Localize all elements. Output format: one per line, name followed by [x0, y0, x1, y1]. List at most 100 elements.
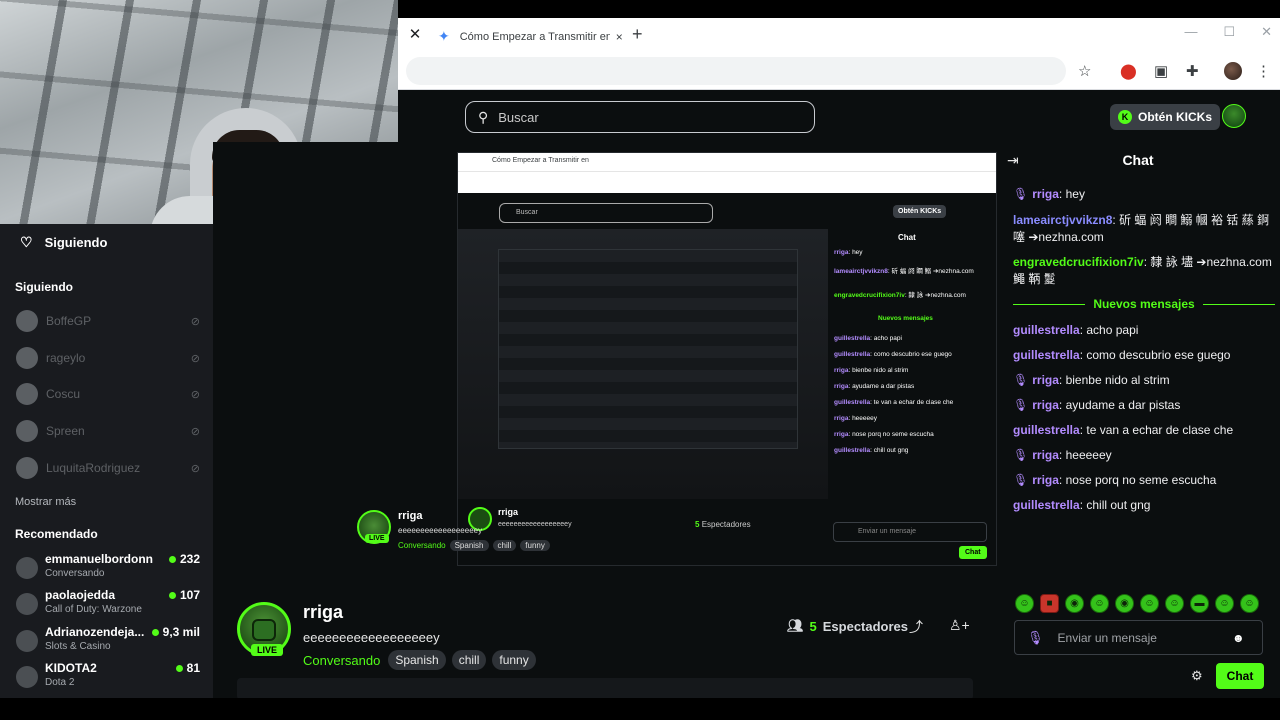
extension-shield-icon[interactable]: ▣ — [1154, 62, 1168, 80]
show-more-link[interactable]: Mostrar más — [15, 496, 76, 508]
recommended-section-title: Recomendado — [15, 527, 98, 541]
mic-icon[interactable]: 🎙︎ — [1027, 630, 1044, 646]
emote-icon[interactable]: ☺ — [1240, 594, 1259, 613]
chat-username[interactable]: engravedcrucifixion7iv — [1013, 255, 1144, 269]
chat-username[interactable]: rriga — [1032, 373, 1059, 387]
nested2-viewers: 5 Espectadores — [695, 520, 751, 529]
channel-name[interactable]: rriga — [303, 602, 343, 623]
tag-pill[interactable]: Spanish — [388, 650, 446, 670]
nested-address-bar — [458, 171, 996, 193]
chat-input-box[interactable]: 🎙︎ ☻ — [1014, 620, 1263, 655]
chat-username[interactable]: guillestrella — [1013, 348, 1080, 362]
share-icon[interactable]: ⤴ — [909, 617, 923, 637]
category-link[interactable]: Conversando — [303, 653, 380, 668]
avatar — [16, 557, 38, 579]
bookmark-star-icon[interactable]: ☆ — [1078, 62, 1091, 80]
search-input[interactable] — [498, 109, 799, 125]
chat-username[interactable]: guillestrella — [1013, 423, 1080, 437]
chat-message: 🎙︎ rriga: bienbe nido al strim — [1013, 372, 1275, 389]
follow-icon[interactable]: ♙+ — [949, 617, 970, 634]
emote-icon[interactable]: ▬ — [1190, 594, 1209, 613]
chat-input[interactable] — [1057, 630, 1232, 645]
channel-name: KIDOTA2 — [45, 661, 97, 675]
emote-icon[interactable]: ☺ — [1090, 594, 1109, 613]
window-close-button[interactable]: ✕ — [1261, 24, 1272, 40]
chat-username[interactable]: lameairctjvvikzn8 — [1013, 213, 1112, 227]
chat-text: : bienbe nido al strim — [1058, 373, 1170, 387]
following-item[interactable]: LuquitaRodriguez ⊘ — [16, 457, 200, 479]
following-item[interactable]: Spreen ⊘ — [16, 420, 200, 442]
nested-chat-line: lameairctjvvikzn8: 斫 蝠 阏 瞷 鰯 ➔nezhna.com — [834, 268, 974, 275]
emote-icon[interactable]: ◉ — [1115, 594, 1134, 613]
close-icon[interactable]: ✕ — [404, 24, 426, 46]
viewer-count-value: 107 — [179, 588, 200, 602]
nested2-category: Conversando — [398, 541, 446, 550]
address-bar-row: ☆ ⬤ ▣ ✚ ⋮ — [398, 52, 1280, 90]
tab-close-icon[interactable]: × — [616, 30, 623, 44]
following-item[interactable]: Coscu ⊘ — [16, 383, 200, 405]
chat-username[interactable]: rriga — [1032, 473, 1059, 487]
chat-message: 🎙︎ rriga: hey — [1013, 186, 1275, 203]
nested-screen-capture: Cómo Empezar a Transmitir en Buscar Obté… — [457, 152, 997, 566]
chat-title: Chat — [1122, 152, 1154, 168]
browser-tab[interactable]: ✦ Cómo Empezar a Transmitir en × — [430, 21, 626, 52]
nested-tabstrip: Cómo Empezar a Transmitir en — [458, 153, 996, 171]
offline-icon: ⊘ — [190, 315, 200, 328]
recommended-item[interactable]: Adrianozendeja... Slots & Casino 9,3 mil — [16, 625, 200, 655]
recommended-item[interactable]: paolaojedda Call of Duty: Warzone 107 — [16, 588, 200, 618]
following-item[interactable]: BoffeGP ⊘ — [16, 310, 200, 332]
emoji-icon[interactable]: ☻ — [1232, 631, 1254, 645]
nested-chat-line: guillestrella: acho papi — [834, 335, 902, 342]
following-heading: Siguiendo — [44, 235, 108, 250]
stream-tags: Conversando Spanish chill funny — [303, 650, 536, 670]
recommended-item[interactable]: KIDOTA2 Dota 2 81 — [16, 661, 200, 691]
emote-icon[interactable]: ☺ — [1015, 594, 1034, 613]
tag-pill[interactable]: chill — [451, 650, 487, 670]
avatar — [16, 593, 38, 615]
nested2-tag: funny — [520, 540, 550, 551]
tag-pill[interactable]: funny — [492, 650, 536, 670]
emote-icon[interactable]: ☺ — [1140, 594, 1159, 613]
nested-tab-title: Cómo Empezar a Transmitir en — [492, 157, 589, 164]
browser-menu-icon[interactable]: ⋮ — [1256, 62, 1271, 80]
search-box[interactable]: ⚲ — [465, 101, 815, 133]
get-kicks-button[interactable]: K Obtén KICKs — [1110, 104, 1221, 130]
extensions-puzzle-icon[interactable]: ✚ — [1186, 62, 1199, 80]
following-tab[interactable]: ♡ Siguiendo — [20, 234, 107, 251]
emote-icon[interactable]: ☺ — [1215, 594, 1234, 613]
extension-badge-icon[interactable]: ⬤ — [1120, 62, 1137, 80]
maximize-button[interactable]: ☐ — [1223, 24, 1235, 40]
omnibox[interactable] — [406, 57, 1066, 85]
send-chat-button[interactable]: Chat — [1216, 663, 1264, 689]
channel-name: emmanuelbordonn — [45, 552, 153, 566]
live-dot-icon — [168, 592, 176, 599]
kick-coin-icon: K — [1118, 110, 1132, 124]
avatar — [16, 347, 38, 369]
emote-icon[interactable]: ◉ — [1065, 594, 1084, 613]
emote-icon[interactable]: ■ — [1040, 594, 1059, 613]
gear-icon[interactable]: ⚙ — [1191, 668, 1203, 684]
viewer-count: 👥︎ 5 Espectadores — [787, 618, 908, 634]
channel-category: Call of Duty: Warzone — [45, 604, 142, 615]
nested-chat-line: guillestrella: como descubrio ese guego — [834, 351, 952, 358]
chat-username[interactable]: guillestrella — [1013, 323, 1080, 337]
minimize-button[interactable]: — — [1184, 24, 1197, 40]
chat-username[interactable]: guillestrella — [1013, 498, 1080, 512]
live-dot-icon — [175, 665, 183, 672]
following-item[interactable]: rageylo ⊘ — [16, 347, 200, 369]
divider-line — [1202, 303, 1276, 305]
new-tab-button[interactable]: + — [632, 24, 643, 45]
user-avatar[interactable] — [1222, 104, 1246, 128]
chat-username[interactable]: rriga — [1032, 448, 1059, 462]
chat-text: : heeeeey — [1058, 448, 1112, 462]
gemini-icon: ✦ — [438, 28, 450, 44]
nested-chat-line: rriga: ayudame a dar pistas — [834, 383, 915, 390]
chat-username[interactable]: rriga — [1032, 398, 1059, 412]
emote-icon[interactable]: ☺ — [1165, 594, 1184, 613]
profile-avatar[interactable] — [1224, 62, 1242, 80]
avatar — [16, 666, 38, 688]
recommended-item[interactable]: emmanuelbordonn Conversando 232 — [16, 552, 200, 582]
chat-username[interactable]: rriga — [1032, 187, 1059, 201]
chat-text: : hey — [1058, 187, 1085, 201]
following-name: LuquitaRodriguez — [46, 461, 141, 475]
